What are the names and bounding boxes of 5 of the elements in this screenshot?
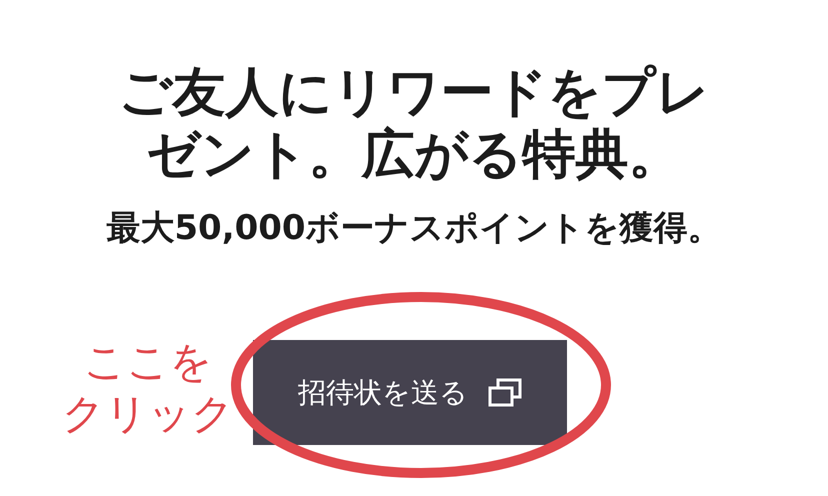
windows-icon: [488, 378, 522, 408]
invite-button[interactable]: 招待状を送る: [253, 340, 567, 445]
heading: ご友人にリワードをプレゼント。広がる特典。: [118, 62, 710, 186]
annotation-text: ここを クリック: [62, 336, 234, 440]
subheading: 最大50,000ボーナスポイントを獲得。: [105, 207, 723, 250]
